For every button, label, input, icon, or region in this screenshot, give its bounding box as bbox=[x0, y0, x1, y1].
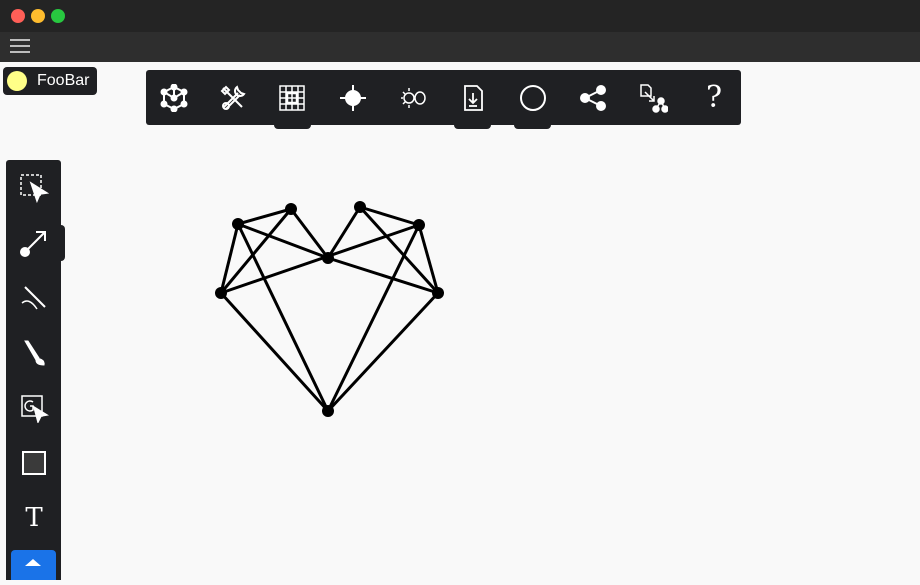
user-badge[interactable]: FooBar bbox=[3, 67, 98, 95]
graph-vertex[interactable] bbox=[285, 203, 297, 215]
tools-icon[interactable] bbox=[215, 80, 251, 116]
transform-icon[interactable] bbox=[635, 80, 671, 116]
user-name: FooBar bbox=[37, 72, 90, 89]
circle-flyout-tab[interactable] bbox=[514, 122, 551, 129]
left-toolbar: T bbox=[6, 160, 61, 580]
circle-icon[interactable] bbox=[515, 80, 551, 116]
share-icon[interactable] bbox=[575, 80, 611, 116]
user-color-dot bbox=[7, 71, 27, 91]
graph-vertex[interactable] bbox=[322, 405, 334, 417]
vertex-icon[interactable] bbox=[335, 80, 371, 116]
edge-icon[interactable] bbox=[16, 225, 52, 261]
graph-vertex[interactable] bbox=[322, 252, 334, 264]
vertices-layer bbox=[215, 201, 444, 417]
graph-icon[interactable] bbox=[156, 80, 192, 116]
grid-flyout-tab[interactable] bbox=[274, 122, 311, 129]
image-icon[interactable] bbox=[16, 390, 52, 426]
graph-vertex[interactable] bbox=[413, 219, 425, 231]
freehand-icon[interactable] bbox=[16, 280, 52, 316]
graph-vertex[interactable] bbox=[354, 201, 366, 213]
text-icon[interactable]: T bbox=[16, 500, 52, 536]
edges-layer bbox=[219, 205, 440, 413]
help-icon[interactable]: ? bbox=[696, 80, 732, 116]
edge-flyout-tab[interactable] bbox=[58, 225, 65, 261]
top-toolbar: ? bbox=[146, 70, 741, 125]
graph-vertex[interactable] bbox=[232, 218, 244, 230]
more-icon[interactable] bbox=[11, 550, 56, 580]
grid-icon[interactable] bbox=[274, 80, 310, 116]
graph-vertex[interactable] bbox=[432, 287, 444, 299]
bulb-icon[interactable] bbox=[395, 80, 431, 116]
graph-edge[interactable] bbox=[219, 291, 330, 413]
graph-vertex[interactable] bbox=[215, 287, 227, 299]
brush-icon[interactable] bbox=[16, 335, 52, 371]
rectangle-icon[interactable] bbox=[16, 445, 52, 481]
download-flyout-tab[interactable] bbox=[454, 122, 491, 129]
select-icon[interactable] bbox=[16, 170, 52, 206]
graph-edge[interactable] bbox=[326, 291, 440, 413]
download-icon[interactable] bbox=[455, 80, 491, 116]
